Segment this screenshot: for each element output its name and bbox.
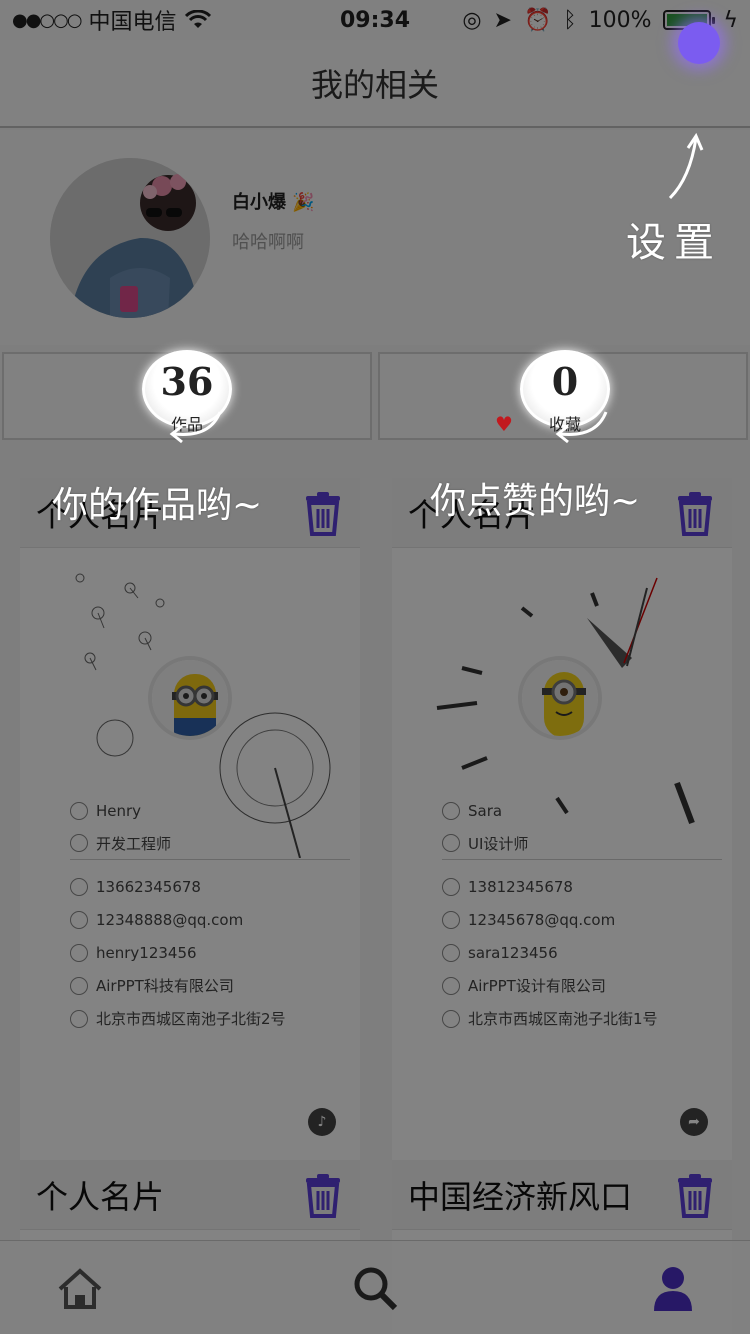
person-icon (70, 801, 88, 820)
favorites-count: 0 (551, 359, 579, 404)
card-email: 12348888@qq.com (96, 910, 244, 929)
card-company: AirPPT设计有限公司 (468, 977, 606, 995)
location-icon: ➤ (493, 7, 512, 33)
card-phone-row: 13812345678 (442, 870, 722, 903)
search-icon[interactable] (350, 1263, 400, 1313)
card-company-row: AirPPT设计有限公司 (442, 969, 722, 1002)
user-name: 白小爆 🎉 (232, 192, 315, 213)
card-email-row: 12345678@qq.com (442, 903, 722, 936)
page-title: 我的相关 (310, 66, 439, 104)
person-icon (442, 801, 460, 820)
card-name: Sara (468, 801, 503, 820)
chat-icon (70, 943, 88, 962)
tab-bar (0, 1240, 750, 1334)
card-address-row: 北京市西城区南池子北街2号 (70, 1002, 350, 1035)
card-address-row: 北京市西城区南池子北街1号 (442, 1002, 722, 1035)
business-card[interactable]: 个人名片 (392, 478, 732, 1168)
trash-icon[interactable] (672, 1172, 718, 1218)
card-company: AirPPT科技有限公司 (96, 977, 234, 995)
battery-percent: 100% (588, 7, 652, 33)
signal-strength: ●●○○○ (12, 9, 83, 31)
minion-avatar (518, 656, 602, 740)
location-pin-icon (70, 1009, 88, 1028)
card-info: Sara UI设计师 13812345678 12345678@qq.com s… (442, 794, 722, 1035)
mail-icon (442, 910, 460, 929)
card-company-row: AirPPT科技有限公司 (70, 969, 350, 1002)
briefcase-icon (70, 834, 88, 852)
card-email-row: 12348888@qq.com (70, 903, 350, 936)
trash-icon[interactable] (300, 490, 346, 536)
card-job: UI设计师 (468, 834, 529, 853)
card-title: 中国经济新风口 (408, 1177, 633, 1216)
music-icon[interactable]: ♪ (308, 1108, 336, 1136)
card-wechat-row: sara123456 (442, 936, 722, 969)
card-wechat: sara123456 (468, 943, 558, 962)
card-phone: 13812345678 (468, 877, 573, 896)
company-icon (70, 976, 88, 995)
card-address: 北京市西城区南池子北街1号 (468, 1010, 658, 1028)
favorites-label-wrap: ♥ 收藏 (495, 411, 607, 436)
chat-icon (442, 943, 460, 962)
card-phone: 13662345678 (96, 877, 201, 896)
card-job: 开发工程师 (96, 834, 172, 853)
briefcase-icon (442, 834, 460, 852)
user-icon[interactable] (648, 1263, 698, 1313)
card-wechat: henry123456 (96, 943, 197, 962)
settings-icon[interactable] (678, 22, 720, 64)
favorites-label: 收藏 (548, 415, 581, 434)
favorites-count-bubble[interactable]: 0 ♥ 收藏 (495, 350, 610, 436)
carrier-name: 中国电信 (88, 10, 177, 35)
home-icon[interactable] (55, 1263, 105, 1313)
business-card[interactable]: 个人名片 (20, 478, 360, 1168)
mail-icon (70, 910, 88, 929)
card-name-row: Henry (70, 794, 350, 827)
location-pin-icon (442, 1009, 460, 1028)
card-header: 个人名片 (20, 1160, 360, 1230)
card-info: Henry 开发工程师 13662345678 12348888@qq.com … (70, 794, 350, 1035)
alarm-icon: ⏰ (523, 7, 552, 33)
wifi-icon (184, 10, 211, 28)
card-name: Henry (96, 801, 142, 820)
avatar-photo (50, 158, 210, 318)
heart-icon: ♥ (495, 412, 513, 436)
status-bar: ●●○○○ 中国电信 09:34 ◎ ➤ ⏰ ᛒ 100% ϟ (0, 0, 750, 40)
phone-icon (442, 877, 460, 896)
card-address: 北京市西城区南池子北街2号 (96, 1010, 286, 1028)
trash-icon[interactable] (300, 1172, 346, 1218)
card-name-row: Sara (442, 794, 722, 827)
works-count: 36 (160, 359, 214, 404)
phone-icon (70, 877, 88, 896)
works-guide-text: 你的作品哟~ (52, 485, 263, 526)
charging-icon: ϟ (723, 7, 738, 33)
works-count-bubble[interactable]: 36 作品 (142, 350, 232, 434)
nav-bar: 我的相关 (0, 40, 750, 128)
card-wechat-row: henry123456 (70, 936, 350, 969)
works-label: 作品 (170, 415, 203, 434)
trash-icon[interactable] (672, 490, 718, 536)
company-icon (442, 976, 460, 995)
card-header: 中国经济新风口 (392, 1160, 732, 1230)
likes-guide-text: 你点赞的哟~ (430, 481, 641, 522)
card-job-row: UI设计师 (442, 827, 722, 860)
card-job-row: 开发工程师 (70, 827, 350, 860)
card-email: 12345678@qq.com (468, 910, 616, 929)
minion-avatar (148, 656, 232, 740)
user-signature: 哈哈啊啊 (232, 232, 304, 253)
card-title: 个人名片 (36, 1177, 165, 1216)
settings-guide-text: 设置 (626, 220, 722, 266)
avatar[interactable] (50, 158, 210, 318)
share-icon[interactable]: ➦ (680, 1108, 708, 1136)
card-phone-row: 13662345678 (70, 870, 350, 903)
bluetooth-icon: ᛒ (563, 7, 577, 33)
rotation-lock-icon: ◎ (462, 7, 482, 33)
